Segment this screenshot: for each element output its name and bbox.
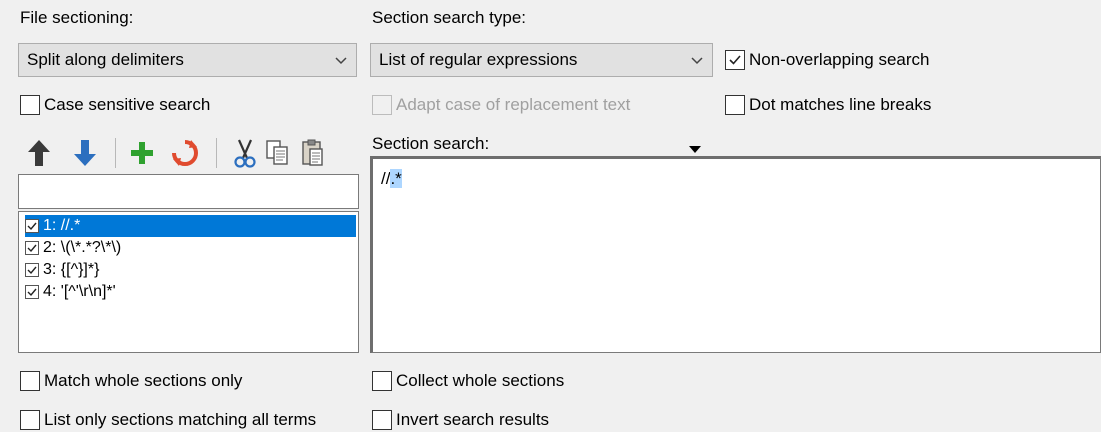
item-checkbox[interactable] — [25, 241, 39, 255]
list-item-label: 1: //.* — [43, 217, 81, 234]
toolbar-separator — [216, 138, 217, 168]
invert-checkbox[interactable]: Invert search results — [372, 410, 549, 430]
file-sectioning-value: Split along delimiters — [27, 50, 184, 69]
file-sectioning-combo[interactable]: Split along delimiters — [18, 43, 357, 77]
non-overlapping-label: Non-overlapping search — [749, 50, 930, 69]
checkbox-box — [372, 95, 392, 115]
list-item[interactable]: 3: {[^}]*} — [25, 259, 356, 281]
recycle-button[interactable] — [170, 136, 200, 170]
check-icon — [729, 55, 741, 65]
arrow-down-icon — [74, 140, 96, 166]
section-search-label: Section search: — [372, 134, 490, 153]
case-sensitive-checkbox[interactable]: Case sensitive search — [20, 95, 210, 115]
item-checkbox[interactable] — [25, 219, 39, 233]
toolbar-separator — [115, 138, 116, 168]
copy-button[interactable] — [263, 136, 293, 170]
section-search-selected-text: .* — [390, 169, 402, 188]
check-icon — [27, 288, 37, 297]
list-item[interactable]: 1: //.* — [25, 215, 356, 237]
file-sectioning-label: File sectioning: — [20, 8, 134, 27]
checkbox-box — [20, 371, 40, 391]
recycle-icon — [172, 140, 198, 166]
chevron-down-icon — [691, 57, 703, 65]
add-term-button[interactable] — [127, 136, 157, 170]
section-search-type-value: List of regular expressions — [379, 50, 578, 69]
match-whole-checkbox[interactable]: Match whole sections only — [20, 371, 242, 391]
item-checkbox[interactable] — [25, 285, 39, 299]
checkbox-box — [725, 95, 745, 115]
chevron-down-icon — [335, 57, 347, 65]
section-search-type-label: Section search type: — [372, 8, 527, 27]
invert-label: Invert search results — [396, 410, 550, 429]
checkbox-box — [20, 410, 40, 430]
dot-matches-label: Dot matches line breaks — [749, 95, 932, 114]
check-icon — [27, 222, 37, 231]
check-icon — [27, 244, 37, 253]
checkbox-box — [725, 50, 745, 70]
copy-icon — [266, 140, 288, 165]
triangle-down-icon — [689, 146, 701, 153]
cut-button[interactable] — [230, 136, 260, 170]
move-up-button[interactable] — [24, 136, 54, 170]
list-item[interactable]: 4: '[^'\r\n]*' — [25, 281, 356, 303]
collect-whole-label: Collect whole sections — [396, 371, 565, 390]
scissors-icon — [234, 139, 256, 168]
non-overlapping-checkbox[interactable]: Non-overlapping search — [725, 50, 930, 70]
case-sensitive-label: Case sensitive search — [44, 95, 211, 114]
section-search-editor[interactable]: //.* — [370, 156, 1101, 353]
checkbox-box — [372, 410, 392, 430]
paste-icon — [302, 139, 323, 166]
plus-icon — [131, 142, 153, 164]
item-checkbox[interactable] — [25, 263, 39, 277]
term-list[interactable]: 1: //.* 2: \(\*.*?\*\) 3: {[^}]*} 4: '[^… — [18, 211, 359, 353]
list-item[interactable]: 2: \(\*.*?\*\) — [25, 237, 356, 259]
paste-button[interactable] — [298, 136, 328, 170]
term-filter-input[interactable] — [18, 174, 359, 209]
checkbox-box — [372, 371, 392, 391]
list-item-label: 4: '[^'\r\n]*' — [43, 283, 116, 300]
dot-matches-checkbox[interactable]: Dot matches line breaks — [725, 95, 931, 115]
section-search-type-combo[interactable]: List of regular expressions — [370, 43, 713, 77]
list-all-terms-label: List only sections matching all terms — [44, 410, 317, 429]
checkbox-box — [20, 95, 40, 115]
adapt-case-checkbox[interactable]: Adapt case of replacement text — [372, 95, 630, 115]
list-item-label: 3: {[^}]*} — [43, 261, 100, 278]
list-item-label: 2: \(\*.*?\*\) — [43, 239, 122, 256]
section-search-menu-button[interactable] — [688, 140, 702, 153]
match-whole-label: Match whole sections only — [44, 371, 243, 390]
move-down-button[interactable] — [70, 136, 100, 170]
collect-whole-checkbox[interactable]: Collect whole sections — [372, 371, 564, 391]
section-search-text: //.* — [381, 169, 402, 189]
check-icon — [27, 266, 37, 275]
adapt-case-label: Adapt case of replacement text — [396, 95, 631, 114]
arrow-up-icon — [28, 140, 50, 166]
list-all-terms-checkbox[interactable]: List only sections matching all terms — [20, 410, 316, 430]
